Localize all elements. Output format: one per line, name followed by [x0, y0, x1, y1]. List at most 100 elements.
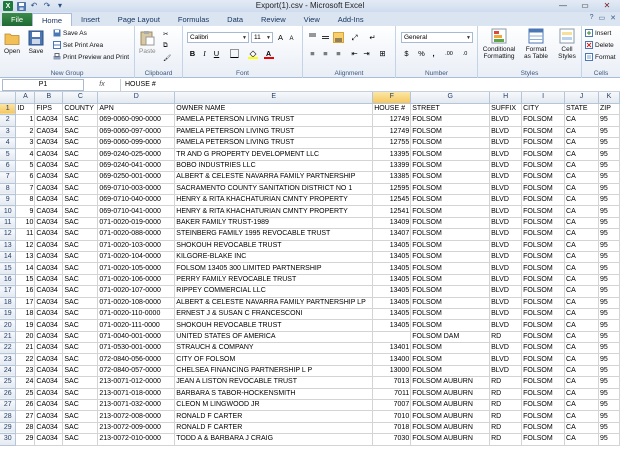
cell[interactable]: 13405 — [372, 285, 412, 298]
cell[interactable]: RD — [489, 422, 523, 435]
cell[interactable]: SACRAMENTO COUNTY SANITATION DISTRICT NO… — [174, 183, 374, 196]
cell[interactable]: 13409 — [372, 217, 412, 230]
cell[interactable]: HENRY & RITA KHACHATURIAN CMNTY PROPERTY — [174, 194, 374, 207]
worksheet-grid[interactable]: ABCDEFGHIJK 1 ID FIPS COUNTY APN OWNER NAME HO… — [0, 92, 620, 450]
cell[interactable]: ALBERT & CELESTE NAVARRA FAMILY PARTNERS… — [174, 297, 374, 309]
row-header[interactable]: 10 — [0, 205, 17, 218]
cell[interactable]: 069-0250-001-0000 — [97, 171, 176, 184]
cell[interactable]: COUNTY — [62, 103, 99, 116]
increase-indent-icon[interactable]: ⇥ — [361, 48, 372, 59]
delete-cells-button[interactable]: Delete — [585, 41, 614, 49]
cell[interactable]: CA034 — [34, 183, 64, 196]
cell[interactable]: FOLSOM — [410, 251, 491, 264]
cell[interactable]: FOLSOM — [521, 331, 566, 344]
row-header[interactable]: 17 — [0, 285, 17, 298]
merge-center-icon[interactable]: ⊞ — [377, 48, 388, 59]
cell[interactable]: FOLSOM AUBURN — [410, 410, 491, 423]
close-workbook-icon[interactable]: ✕ — [610, 14, 616, 22]
cell[interactable]: SAC — [62, 353, 99, 366]
cell[interactable]: FOLSOM — [521, 433, 566, 446]
cell[interactable]: FOLSOM — [410, 285, 491, 298]
cell[interactable]: 2 — [15, 126, 36, 139]
cell[interactable]: CA — [564, 126, 599, 139]
minimize-icon[interactable]: — — [552, 0, 574, 11]
format-as-table-button[interactable]: Format as Table — [520, 28, 552, 60]
cell[interactable]: 95 — [598, 285, 620, 298]
cell[interactable]: CA034 — [34, 410, 64, 423]
cell[interactable]: FOLSOM — [521, 114, 566, 127]
row-header[interactable]: 16 — [0, 274, 17, 287]
cell[interactable]: CHELSEA FINANCING PARTNERSHIP L P — [174, 365, 374, 378]
cell[interactable]: SUFFIX — [489, 103, 523, 116]
cell[interactable]: 95 — [598, 342, 620, 355]
cell[interactable]: FOLSOM — [410, 353, 491, 366]
set-print-area-button[interactable]: Set Print Area — [53, 41, 103, 49]
cell[interactable]: FOLSOM — [521, 399, 566, 412]
cell[interactable]: RD — [489, 376, 523, 389]
column-header-f[interactable]: F — [372, 92, 412, 104]
cell[interactable]: 069-0710-040-0000 — [97, 194, 176, 207]
cell[interactable]: RIPPEY COMMERCIAL LLC — [174, 285, 374, 298]
cell[interactable]: 069-0240-041-0000 — [97, 160, 176, 173]
row-header[interactable]: 21 — [0, 331, 17, 344]
cell[interactable]: CA034 — [34, 422, 64, 435]
cell[interactable]: 7018 — [372, 422, 412, 435]
cell[interactable]: 13399 — [372, 160, 412, 173]
cell[interactable]: BLVD — [489, 365, 523, 378]
cell[interactable]: 95 — [598, 308, 620, 321]
underline-icon[interactable]: U — [211, 48, 222, 59]
cell[interactable]: BLVD — [489, 342, 523, 355]
row-header[interactable]: 29 — [0, 422, 17, 435]
cell[interactable]: 7030 — [372, 433, 412, 446]
cell[interactable]: CA034 — [34, 399, 64, 412]
cell[interactable]: SHOKOUH REVOCABLE TRUST — [174, 319, 374, 332]
cell[interactable]: FOLSOM — [521, 410, 566, 423]
cell[interactable]: CA — [564, 171, 599, 184]
number-format-combo[interactable]: General ▼ — [401, 32, 473, 43]
cell[interactable]: RD — [489, 410, 523, 423]
cell[interactable]: 069-0710-003-0000 — [97, 183, 176, 196]
fill-color-icon[interactable] — [247, 48, 258, 59]
cell[interactable]: PAMELA PETERSON LIVING TRUST — [174, 114, 374, 127]
name-box[interactable]: P1 — [2, 78, 84, 91]
cell[interactable]: SAC — [62, 205, 99, 218]
cut-icon[interactable]: ✂ — [163, 30, 168, 38]
cell[interactable]: BLVD — [489, 353, 523, 366]
cell[interactable]: 13405 — [372, 319, 412, 332]
cell[interactable]: BLVD — [489, 194, 523, 207]
cell[interactable]: FOLSOM AUBURN — [410, 376, 491, 389]
cell[interactable]: CA034 — [34, 171, 64, 184]
cell[interactable]: FOLSOM — [521, 376, 566, 389]
close-icon[interactable]: ✕ — [596, 0, 618, 11]
column-header-h[interactable]: H — [489, 92, 523, 104]
cell[interactable]: FOLSOM — [521, 308, 566, 321]
cell[interactable]: FOLSOM — [521, 342, 566, 355]
cell[interactable]: 24 — [15, 376, 36, 389]
column-header-d[interactable]: D — [97, 92, 176, 104]
formula-input[interactable]: HOUSE # — [120, 78, 620, 91]
cell[interactable]: 071-0020-108-0000 — [97, 297, 176, 309]
cell[interactable]: CA — [564, 148, 599, 161]
cell[interactable]: 7011 — [372, 388, 412, 401]
minimize-ribbon-icon[interactable]: ▭ — [599, 14, 606, 22]
cell[interactable]: PAMELA PETERSON LIVING TRUST — [174, 126, 374, 139]
cell[interactable]: 95 — [598, 114, 620, 127]
cell[interactable]: FOLSOM — [410, 319, 491, 332]
cell[interactable]: FOLSOM — [521, 262, 566, 275]
cell[interactable]: FOLSOM — [521, 126, 566, 139]
cell[interactable]: 22 — [15, 353, 36, 366]
cell[interactable]: STATE — [564, 103, 599, 116]
column-header-j[interactable]: J — [564, 92, 599, 104]
column-header-g[interactable]: G — [410, 92, 491, 104]
row-header[interactable]: 25 — [0, 376, 17, 389]
cell[interactable]: 213-0072-008-0000 — [97, 410, 176, 423]
cell[interactable]: 27 — [15, 410, 36, 423]
cell[interactable]: 13405 — [372, 297, 412, 309]
cell[interactable]: CA — [564, 137, 599, 150]
cell[interactable]: 95 — [598, 422, 620, 435]
cell[interactable]: SAC — [62, 365, 99, 378]
cell[interactable]: CA034 — [34, 274, 64, 287]
row-header[interactable]: 24 — [0, 365, 17, 378]
row-header[interactable]: 27 — [0, 399, 17, 412]
cell[interactable]: SAC — [62, 148, 99, 161]
